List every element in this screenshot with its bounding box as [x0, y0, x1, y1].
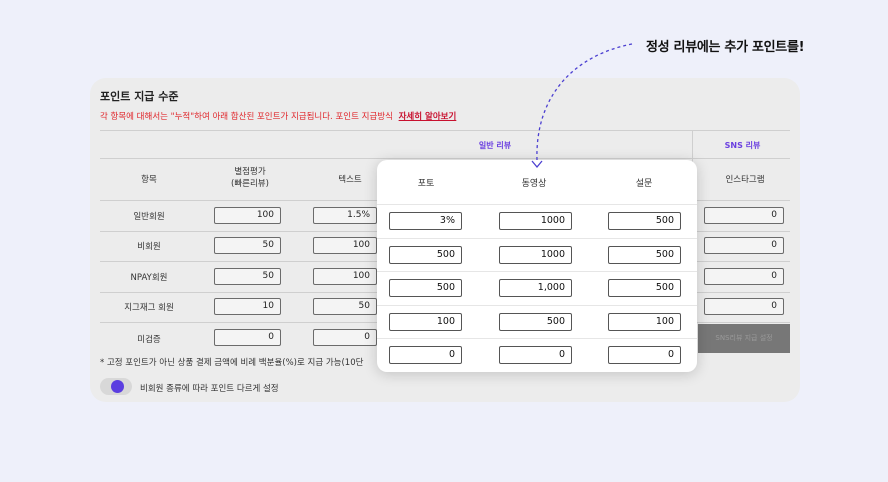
text-input-npay[interactable]: 100	[313, 268, 377, 285]
col-survey: 설문	[635, 179, 653, 189]
text-input-member[interactable]: 1.5%	[313, 207, 377, 224]
nonmember-toggle[interactable]	[100, 378, 132, 395]
instagram-input-npay[interactable]: 0	[704, 268, 784, 285]
instagram-input-member[interactable]: 0	[704, 207, 784, 224]
toggle-label: 비회원 종류에 따라 포인트 다르게 설정	[140, 384, 279, 394]
toggle-knob	[111, 380, 124, 393]
col-photo: 포토	[417, 179, 435, 189]
text-input-zigzag[interactable]: 50	[313, 298, 377, 315]
group-sns-review: SNS 리뷰	[724, 141, 761, 150]
survey-input-unverified[interactable]: 0	[608, 346, 681, 364]
footnote-text: * 고정 포인트가 아닌 상품 결제 금액에 비례 백분율(%)로 지급 가능(…	[100, 358, 364, 368]
row-label-zigzag: 지그재그 회원	[124, 303, 174, 313]
col-item: 항목	[141, 175, 157, 185]
notice-text: 각 항목에 대해서는 "누적"하여 아래 합산된 포인트가 지급됩니다. 포인트…	[100, 110, 456, 122]
star-input-unverified[interactable]: 0	[214, 329, 281, 346]
photo-input-zigzag[interactable]: 100	[389, 313, 462, 331]
survey-input-zigzag[interactable]: 100	[608, 313, 681, 331]
col-video: 동영상	[521, 179, 547, 189]
video-input-member[interactable]: 1000	[499, 212, 572, 230]
photo-input-npay[interactable]: 500	[389, 279, 462, 297]
text-input-unverified[interactable]: 0	[313, 329, 377, 346]
general-review-panel: 포토 동영상 설문 3% 1000 500 500 1000 500 500 1…	[377, 160, 697, 372]
star-input-nonmember[interactable]: 50	[214, 237, 281, 254]
instagram-input-zigzag[interactable]: 0	[704, 298, 784, 315]
photo-input-nonmember[interactable]: 500	[389, 246, 462, 264]
details-link[interactable]: 자세히 알아보기	[399, 112, 457, 122]
callout-text: 정성 리뷰에는 추가 포인트를!	[646, 40, 805, 55]
col-star-rating: 별점평가 (빠른리뷰)	[231, 167, 269, 189]
star-input-npay[interactable]: 50	[214, 268, 281, 285]
video-input-npay[interactable]: 1,000	[499, 279, 572, 297]
survey-input-member[interactable]: 500	[608, 212, 681, 230]
row-label-nonmember: 비회원	[137, 242, 161, 252]
survey-input-nonmember[interactable]: 500	[608, 246, 681, 264]
text-input-nonmember[interactable]: 100	[313, 237, 377, 254]
photo-input-unverified[interactable]: 0	[389, 346, 462, 364]
card-title: 포인트 지급 수준	[100, 90, 179, 103]
row-label-npay: NPAY회원	[130, 273, 168, 283]
survey-input-npay[interactable]: 500	[608, 279, 681, 297]
video-input-nonmember[interactable]: 1000	[499, 246, 572, 264]
video-input-zigzag[interactable]: 500	[499, 313, 572, 331]
row-label-member: 일반회원	[133, 212, 165, 222]
star-input-zigzag[interactable]: 10	[214, 298, 281, 315]
notice-body: 각 항목에 대해서는 "누적"하여 아래 합산된 포인트가 지급됩니다. 포인트…	[100, 112, 393, 122]
star-input-member[interactable]: 100	[214, 207, 281, 224]
row-label-unverified: 미검증	[137, 335, 161, 345]
group-general-review: 일반 리뷰	[478, 141, 512, 150]
photo-input-member[interactable]: 3%	[389, 212, 462, 230]
sns-settings-button[interactable]: SNS리뷰 지급 설정	[698, 324, 790, 353]
instagram-input-nonmember[interactable]: 0	[704, 237, 784, 254]
col-instagram: 인스타그램	[725, 175, 765, 185]
video-input-unverified[interactable]: 0	[499, 346, 572, 364]
